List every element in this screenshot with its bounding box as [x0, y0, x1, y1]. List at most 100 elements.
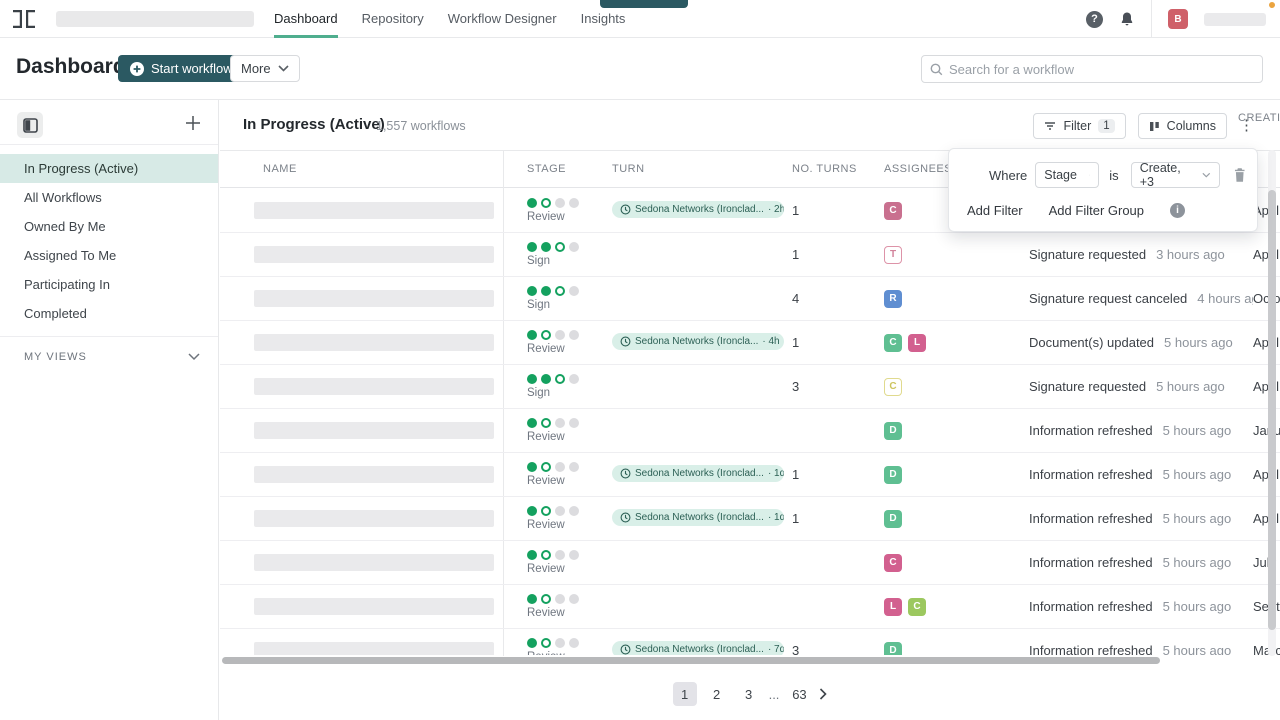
- assignees-cell: LC: [870, 598, 1020, 616]
- sidebar-item-completed[interactable]: Completed: [0, 299, 218, 328]
- last-activity-cell: Information refreshed 5 hours ago: [1020, 511, 1253, 526]
- assignees-cell: T: [870, 246, 1020, 264]
- stage-dot: [541, 594, 551, 604]
- assignee-avatar: T: [884, 246, 902, 264]
- turn-badge-label: Sedona Networks (Ironcla...: [635, 336, 758, 347]
- page-button-2[interactable]: 2: [705, 682, 729, 706]
- sidebar-item-owned-by-me[interactable]: Owned By Me: [0, 212, 218, 241]
- stage-dot: [527, 550, 537, 560]
- panel-toggle-button[interactable]: [17, 112, 43, 138]
- stage-dot: [541, 638, 551, 648]
- next-page-button[interactable]: [819, 688, 827, 700]
- stage-dot: [555, 374, 565, 384]
- stage-cell: Review: [503, 418, 600, 443]
- stage-progress-dots: [527, 418, 600, 428]
- assignees-cell: R: [870, 290, 1020, 308]
- activity-time: 4 hours ago: [1197, 291, 1253, 306]
- nav-tab-workflow-designer[interactable]: Workflow Designer: [448, 0, 557, 38]
- table-row[interactable]: Review Sedona Networks (Ironcla... · 4h …: [220, 321, 1280, 365]
- turn-badge[interactable]: Sedona Networks (Ironcla... · 4h: [612, 333, 784, 350]
- column-header-creation-date[interactable]: CREATION DATE: [1238, 112, 1280, 124]
- stage-dot: [527, 330, 537, 340]
- turn-badge[interactable]: Sedona Networks (Ironclad... · 2h: [612, 201, 784, 218]
- page-button-3[interactable]: 3: [737, 682, 761, 706]
- stage-cell: Review: [503, 594, 600, 619]
- name-cell: [240, 642, 503, 655]
- table-row[interactable]: Sign 3 C Signature requested 5 hours ago…: [220, 365, 1280, 409]
- help-icon[interactable]: ?: [1086, 11, 1103, 28]
- vertical-scrollbar-thumb[interactable]: [1268, 190, 1276, 630]
- turn-cell: Sedona Networks (Ironclad... · 7d: [600, 641, 780, 655]
- search-icon: [930, 63, 943, 76]
- stage-dot: [555, 286, 565, 296]
- chevron-right-icon: [819, 688, 827, 700]
- sidebar-item-assigned-to-me[interactable]: Assigned To Me: [0, 241, 218, 270]
- column-header-no-turns[interactable]: NO. TURNS: [780, 163, 870, 175]
- start-workflow-button[interactable]: Start workflow: [118, 55, 245, 82]
- stage-dot: [541, 198, 551, 208]
- assignees-cell: C: [870, 554, 1020, 572]
- stage-dot: [527, 374, 537, 384]
- table-body: Review Sedona Networks (Ironclad... · 2h…: [220, 189, 1280, 655]
- assignee-avatar: D: [884, 642, 902, 656]
- column-header-stage[interactable]: STAGE: [503, 163, 600, 175]
- operator-label: is: [1109, 168, 1118, 183]
- bell-icon[interactable]: [1119, 11, 1135, 27]
- table-row[interactable]: Review LC Information refreshed 5 hours …: [220, 585, 1280, 629]
- sidebar-item-all-workflows[interactable]: All Workflows: [0, 183, 218, 212]
- more-button[interactable]: More: [230, 55, 300, 82]
- filter-popover: Where Stage is Create, +3 Add Filter Add…: [948, 148, 1258, 232]
- turn-badge[interactable]: Sedona Networks (Ironclad... · 1d: [612, 509, 784, 526]
- search-input[interactable]: [949, 62, 1254, 77]
- delete-filter-icon[interactable]: [1234, 168, 1245, 182]
- name-redacted: [254, 554, 494, 571]
- info-icon[interactable]: i: [1170, 203, 1185, 218]
- table-row[interactable]: Review Sedona Networks (Ironclad... · 7d…: [220, 629, 1280, 655]
- turn-badge[interactable]: Sedona Networks (Ironclad... · 7d: [612, 641, 784, 655]
- assignee-avatar: C: [884, 334, 902, 352]
- add-filter-button[interactable]: Add Filter: [967, 203, 1023, 218]
- stage-label: Review: [527, 519, 600, 531]
- stage-dot: [541, 330, 551, 340]
- column-header-name[interactable]: NAME: [240, 163, 503, 175]
- page-button-1[interactable]: 1: [673, 682, 697, 706]
- name-redacted: [254, 642, 494, 655]
- activity-label: Information refreshed: [1029, 467, 1153, 482]
- filter-value-select[interactable]: Create, +3: [1131, 162, 1220, 188]
- add-filter-group-button[interactable]: Add Filter Group: [1049, 203, 1144, 218]
- pagination-ellipsis: ...: [769, 687, 780, 702]
- filter-button[interactable]: Filter 1: [1033, 113, 1125, 139]
- clock-icon: [620, 512, 631, 523]
- turn-badge[interactable]: Sedona Networks (Ironclad... · 1d: [612, 465, 784, 482]
- nav-tab-dashboard[interactable]: Dashboard: [274, 0, 338, 38]
- table-row[interactable]: Sign 1 T Signature requested 3 hours ago…: [220, 233, 1280, 277]
- assignees-cell: D: [870, 642, 1020, 656]
- page-button-63[interactable]: 63: [787, 682, 811, 706]
- stage-dot: [569, 462, 579, 472]
- my-views-toggle[interactable]: MY VIEWS: [0, 343, 218, 371]
- stage-progress-dots: [527, 330, 600, 340]
- column-header-turn[interactable]: TURN: [600, 163, 780, 175]
- activity-label: Information refreshed: [1029, 423, 1153, 438]
- table-row[interactable]: Review Sedona Networks (Ironclad... · 1d…: [220, 453, 1280, 497]
- stage-dot: [569, 550, 579, 560]
- columns-label: Columns: [1167, 119, 1216, 133]
- vertical-scrollbar[interactable]: [1268, 150, 1276, 656]
- nav-tab-repository[interactable]: Repository: [362, 0, 424, 38]
- name-redacted: [254, 334, 494, 351]
- columns-button[interactable]: Columns: [1138, 113, 1227, 139]
- table-row[interactable]: Review C Information refreshed 5 hours a…: [220, 541, 1280, 585]
- table-row[interactable]: Sign 4 R Signature request canceled 4 ho…: [220, 277, 1280, 321]
- filter-field-select[interactable]: Stage: [1035, 162, 1099, 188]
- add-view-button[interactable]: [184, 114, 202, 132]
- sidebar-item-participating-in[interactable]: Participating In: [0, 270, 218, 299]
- turn-badge-label: Sedona Networks (Ironclad...: [635, 644, 764, 655]
- table-row[interactable]: Review Sedona Networks (Ironclad... · 1d…: [220, 497, 1280, 541]
- user-avatar[interactable]: B: [1168, 9, 1188, 29]
- table-row[interactable]: Review D Information refreshed 5 hours a…: [220, 409, 1280, 453]
- stage-dot: [569, 374, 579, 384]
- activity-time: 5 hours ago: [1163, 467, 1232, 482]
- horizontal-scrollbar[interactable]: [222, 657, 1160, 664]
- sidebar-item-in-progress-active-[interactable]: In Progress (Active): [0, 154, 218, 183]
- name-cell: [240, 598, 503, 615]
